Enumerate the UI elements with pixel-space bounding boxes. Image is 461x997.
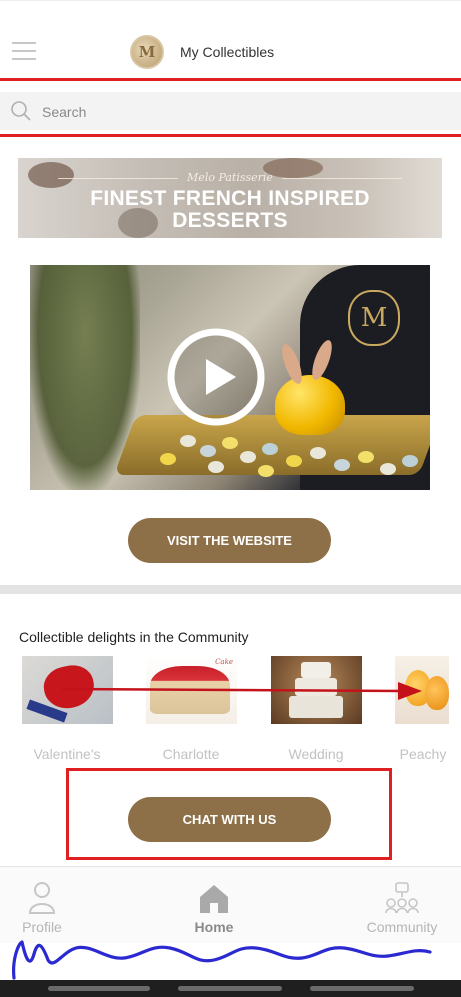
- banner-brand: Melo Patisserie: [187, 171, 273, 184]
- community-icon: [385, 882, 419, 914]
- search-input[interactable]: [40, 100, 424, 124]
- play-icon[interactable]: [166, 327, 266, 427]
- home-icon: [200, 885, 228, 913]
- annotation-red-line-bottom: [0, 134, 461, 137]
- nav-item-profile[interactable]: Profile: [0, 867, 84, 943]
- community-heading: Collectible delights in the Community: [19, 629, 249, 645]
- jacket-logo-badge: M: [348, 290, 400, 346]
- nav-label-community: Community: [366, 919, 438, 935]
- community-item-label: Peachy: [399, 746, 447, 762]
- banner-title: FINEST FRENCH INSPIRED DESSERTS: [18, 188, 442, 232]
- app-title: My Collectibles: [180, 44, 275, 60]
- annotation-red-line-top: [0, 78, 461, 81]
- nav-label-home: Home: [194, 919, 234, 935]
- nav-item-home[interactable]: Home: [172, 867, 256, 943]
- logo-letter: M: [138, 43, 156, 61]
- community-item-label: Valentine's: [33, 746, 101, 762]
- community-item-label: Charlotte: [162, 746, 220, 762]
- visit-website-button[interactable]: VISIT THE WEBSITE: [128, 518, 331, 563]
- nav-item-community[interactable]: Community: [360, 867, 444, 943]
- community-item-label: Wedding: [288, 746, 344, 762]
- bottom-nav: Profile Home Community: [0, 866, 461, 943]
- banner-title-line1: FINEST FRENCH INSPIRED: [90, 187, 370, 210]
- promo-banner: Melo Patisserie FINEST FRENCH INSPIRED D…: [18, 158, 442, 238]
- badge-letter: M: [360, 303, 388, 333]
- section-divider: [0, 585, 461, 594]
- annotation-red-box: [66, 768, 392, 860]
- person-icon: [28, 882, 56, 914]
- search-icon: [11, 101, 31, 121]
- banner-title-line2: DESSERTS: [172, 209, 288, 232]
- app-header: [0, 0, 461, 81]
- brand-logo: M: [130, 35, 164, 69]
- nav-label-profile: Profile: [22, 919, 62, 935]
- annotation-swipe-arrow: [61, 682, 422, 700]
- system-navigation-bar: [0, 980, 461, 997]
- menu-icon[interactable]: [12, 42, 36, 62]
